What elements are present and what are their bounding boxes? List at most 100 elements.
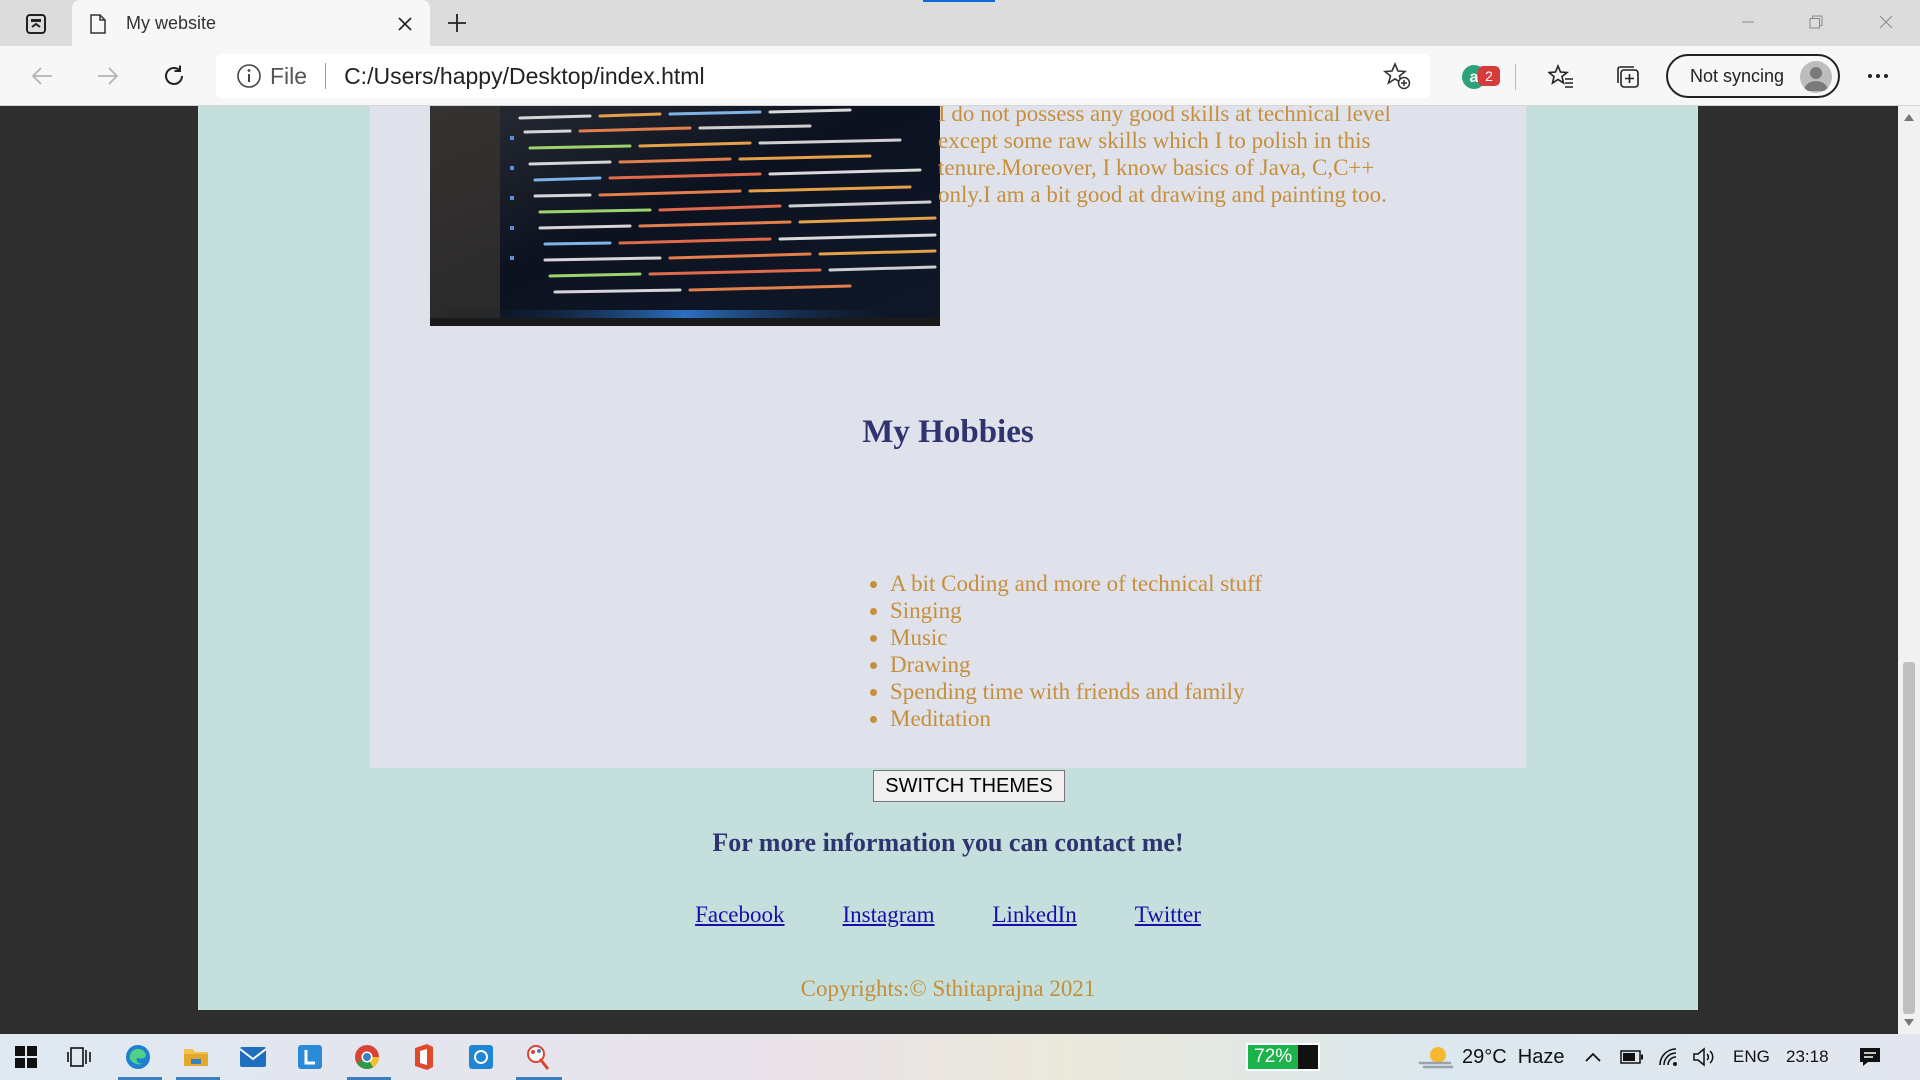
favorites-button[interactable] xyxy=(1543,60,1579,94)
list-item: Singing xyxy=(890,597,1262,624)
copyright-footer: Copyrights:© Sthitaprajna 2021 xyxy=(800,976,1096,1001)
add-favorite-button[interactable] xyxy=(1382,61,1412,91)
hobbies-list: A bit Coding and more of technical stuff… xyxy=(890,570,1262,732)
battery-meter-widget[interactable]: 72% xyxy=(1246,1043,1320,1071)
close-tab-button[interactable] xyxy=(390,9,420,39)
address-url[interactable]: C:/Users/happy/Desktop/index.html xyxy=(344,63,1382,90)
new-tab-button[interactable] xyxy=(440,8,474,38)
page-body: I do not possess any good skills at tech… xyxy=(198,106,1698,1010)
taskbar-app-l[interactable] xyxy=(292,1040,328,1074)
show-hidden-icons-button[interactable] xyxy=(1584,1034,1602,1080)
office-icon xyxy=(415,1044,433,1070)
profile-sync-button[interactable]: Not syncing xyxy=(1666,54,1840,98)
clock[interactable]: 23:18 xyxy=(1786,1034,1829,1080)
refresh-icon xyxy=(165,65,183,85)
facebook-link[interactable]: Facebook xyxy=(695,902,784,928)
collections-button[interactable] xyxy=(1610,60,1646,94)
page-icon xyxy=(90,13,106,34)
content-card: I do not possess any good skills at tech… xyxy=(370,106,1526,768)
volume-button[interactable] xyxy=(1692,1034,1716,1080)
taskbar-paint-app[interactable] xyxy=(520,1040,556,1074)
battery-percent: 72% xyxy=(1254,1046,1293,1067)
scrollbar-thumb[interactable] xyxy=(1903,662,1915,1014)
restore-button[interactable] xyxy=(1782,0,1850,44)
battery-tray-button[interactable] xyxy=(1620,1034,1644,1080)
list-item: A bit Coding and more of technical stuff xyxy=(890,570,1262,597)
social-links: Facebook Instagram LinkedIn Twitter xyxy=(198,902,1698,928)
wifi-icon xyxy=(1659,1048,1677,1066)
info-icon[interactable] xyxy=(236,63,262,89)
close-icon xyxy=(398,16,412,31)
plus-icon xyxy=(448,14,466,32)
folder-icon xyxy=(184,1049,208,1066)
about-paragraph: I do not possess any good skills at tech… xyxy=(938,106,1391,207)
taskbar-mail[interactable] xyxy=(235,1040,271,1074)
back-arrow-icon xyxy=(31,67,52,85)
star-add-icon xyxy=(1383,62,1411,90)
contact-heading: For more information you can contact me! xyxy=(712,828,1184,857)
page-viewport: I do not possess any good skills at tech… xyxy=(0,106,1898,1034)
blue-square-app-icon xyxy=(469,1045,493,1069)
list-item: Meditation xyxy=(890,705,1262,732)
switch-themes-button[interactable]: SWITCH THEMES xyxy=(873,770,1065,802)
speaker-icon xyxy=(1693,1047,1714,1067)
page-scrollbar[interactable] xyxy=(1898,106,1920,1034)
linkedin-link[interactable]: LinkedIn xyxy=(992,902,1076,928)
weather-text: 29°C Haze xyxy=(1462,1045,1565,1068)
back-button[interactable] xyxy=(24,58,60,94)
refresh-button[interactable] xyxy=(156,58,192,94)
hobbies-heading: My Hobbies xyxy=(862,414,1034,450)
paint-app-icon xyxy=(527,1045,550,1070)
more-dots-icon xyxy=(1868,74,1888,78)
taskbar-file-explorer[interactable] xyxy=(178,1040,214,1074)
chevron-up-icon xyxy=(1585,1052,1601,1062)
collections-icon xyxy=(1617,66,1639,88)
taskbar-chrome[interactable] xyxy=(349,1040,385,1074)
list-item: Spending time with friends and family xyxy=(890,678,1262,705)
weather-widget[interactable]: 29°C Haze xyxy=(1418,1034,1565,1080)
windows-logo-icon xyxy=(15,1046,37,1068)
forward-arrow-icon xyxy=(98,67,119,85)
address-scheme: File xyxy=(270,62,308,89)
scroll-down-button[interactable] xyxy=(1898,1016,1920,1030)
restore-icon xyxy=(1809,15,1823,29)
forward-button[interactable] xyxy=(90,58,126,94)
minimize-button[interactable] xyxy=(1714,0,1782,44)
scroll-up-arrow-icon xyxy=(1904,114,1914,121)
instagram-link[interactable]: Instagram xyxy=(843,902,935,928)
sync-label: Not syncing xyxy=(1690,65,1785,86)
code-screen-illustration xyxy=(430,106,940,326)
scroll-up-button[interactable] xyxy=(1898,110,1920,124)
code-screen-image xyxy=(430,106,940,326)
settings-more-button[interactable] xyxy=(1860,58,1896,94)
start-button[interactable] xyxy=(8,1040,44,1074)
tab-actions-icon xyxy=(26,14,46,34)
tab-actions-button[interactable] xyxy=(14,8,58,40)
task-view-icon xyxy=(67,1047,91,1067)
tab-my-website[interactable]: My website xyxy=(72,0,430,47)
taskbar-blue-app[interactable] xyxy=(463,1040,499,1074)
toolbar-divider xyxy=(1515,64,1516,90)
close-window-button[interactable] xyxy=(1852,0,1920,44)
chrome-icon xyxy=(355,1045,379,1070)
network-button[interactable] xyxy=(1658,1034,1680,1080)
extension-badge: 2 xyxy=(1478,66,1500,86)
list-item: Music xyxy=(890,624,1262,651)
favorites-list-icon xyxy=(1548,64,1573,88)
user-avatar-icon xyxy=(1804,67,1828,91)
action-center-button[interactable] xyxy=(1858,1034,1882,1080)
clock-time: 23:18 xyxy=(1786,1047,1829,1066)
taskbar-edge-app[interactable] xyxy=(120,1040,156,1074)
avatar xyxy=(1800,61,1832,93)
tab-title: My website xyxy=(126,13,217,33)
letter-l-app-icon xyxy=(298,1045,322,1069)
mail-icon xyxy=(239,1047,267,1067)
battery-icon xyxy=(1620,1050,1643,1064)
language-indicator[interactable]: ENG xyxy=(1733,1034,1770,1080)
taskbar-office[interactable] xyxy=(406,1040,442,1074)
address-bar[interactable]: File C:/Users/happy/Desktop/index.html xyxy=(216,54,1430,98)
tab-loading-indicator xyxy=(923,0,995,2)
notifications-icon xyxy=(1860,1048,1880,1066)
task-view-button[interactable] xyxy=(62,1040,98,1074)
twitter-link[interactable]: Twitter xyxy=(1135,902,1201,928)
